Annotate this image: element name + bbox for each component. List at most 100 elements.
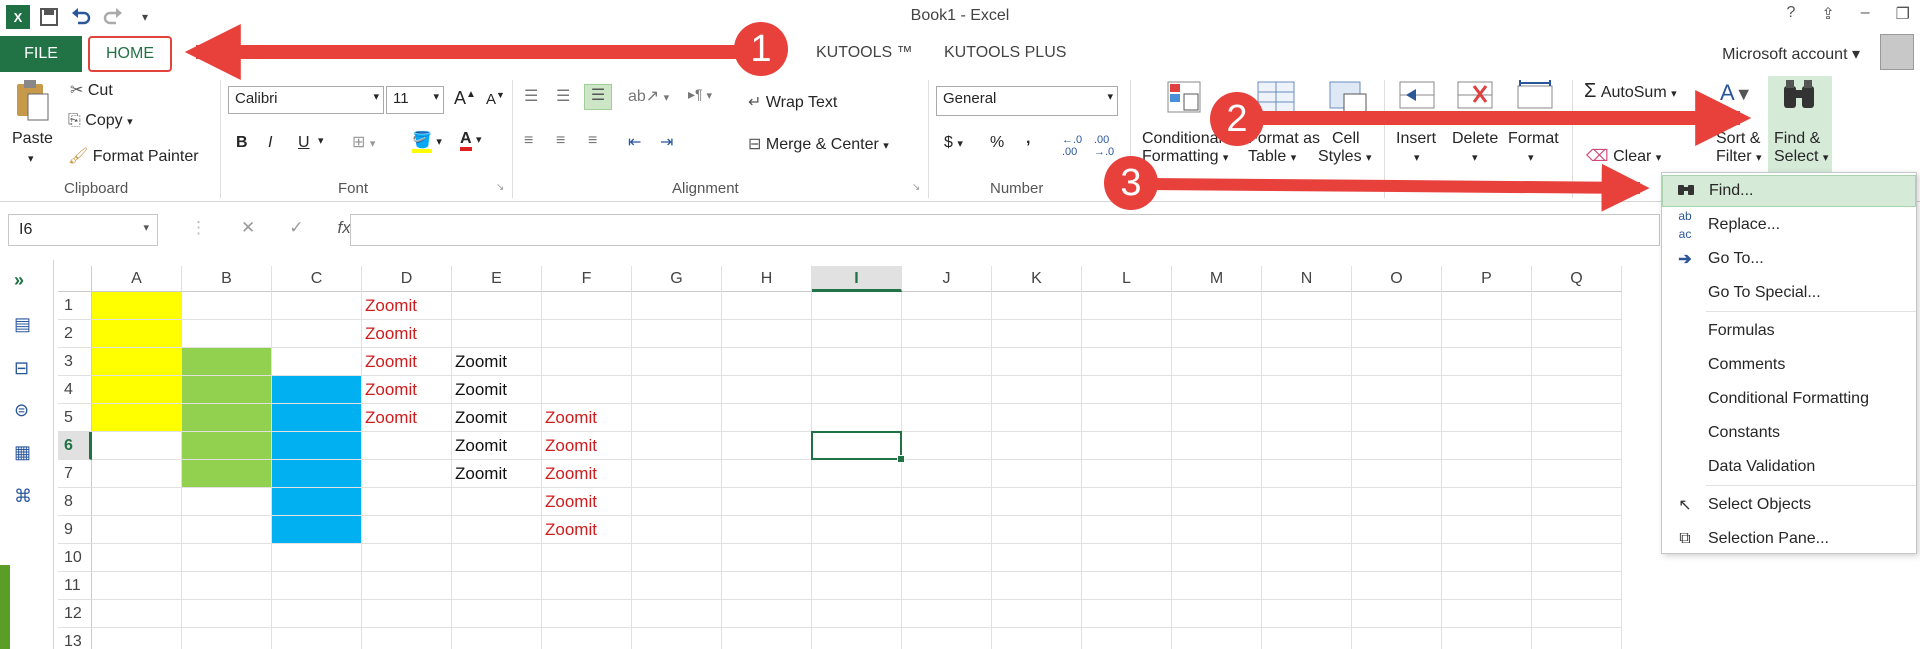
row-header-7[interactable]: 7 [58, 460, 92, 488]
column-header-m[interactable]: M [1172, 266, 1262, 292]
row-header-3[interactable]: 3 [58, 348, 92, 376]
active-cell-selection[interactable] [811, 431, 905, 463]
borders-icon[interactable]: ⊞ ▾ [352, 132, 375, 152]
expand-pane-icon[interactable]: » [14, 270, 24, 291]
column-header-c[interactable]: C [272, 266, 362, 292]
column-header-k[interactable]: K [992, 266, 1082, 292]
italic-button[interactable]: I [268, 134, 272, 152]
row-header-2[interactable]: 2 [58, 320, 92, 348]
formula-input[interactable] [350, 214, 1660, 246]
tab-file[interactable]: FILE [0, 36, 82, 72]
sort-filter-icon[interactable]: A▼ [1720, 80, 1753, 106]
column-header-n[interactable]: N [1262, 266, 1352, 292]
column-header-g[interactable]: G [632, 266, 722, 292]
top-align-icon[interactable]: ☰ [524, 86, 538, 106]
font-name-select[interactable]: Calibri ▾ [228, 86, 384, 114]
insert-function-icon[interactable]: fx [338, 218, 351, 238]
orientation-icon[interactable]: ab↗ ▾ [628, 86, 669, 106]
tab-kutools-plus[interactable]: KUTOOLS PLUS [944, 44, 1066, 62]
cell-d2[interactable]: Zoomit [362, 320, 452, 348]
menu-item-conditional-formatting[interactable]: Conditional Formatting [1662, 383, 1916, 415]
cell-styles-button[interactable]: Cell Styles ▾ [1318, 130, 1372, 166]
menu-item-find[interactable]: Find... [1662, 175, 1916, 207]
menu-item-go-to-special[interactable]: Go To Special... [1662, 277, 1916, 309]
copy-button[interactable]: ⎘ Copy ▾ [68, 112, 133, 130]
column-header-a[interactable]: A [92, 266, 182, 292]
cell-e7[interactable]: Zoomit [452, 460, 542, 488]
menu-item-constants[interactable]: Constants [1662, 417, 1916, 449]
delete-cells-icon[interactable] [1456, 80, 1494, 117]
increase-decimal-icon[interactable]: ←.0.00 [1062, 134, 1082, 158]
increase-indent-icon[interactable]: ⇥ [660, 132, 673, 152]
shrink-font-button[interactable]: A▼ [486, 90, 505, 108]
column-list-icon[interactable]: ▦ [14, 442, 31, 463]
row-header-10[interactable]: 10 [58, 544, 92, 572]
name-manager-icon[interactable]: ⊜ [14, 400, 29, 421]
enter-icon[interactable]: ✓ [289, 218, 303, 238]
menu-item-replace[interactable]: ab ac Replace... [1662, 209, 1916, 241]
cell-e4[interactable]: Zoomit [452, 376, 542, 404]
column-header-h[interactable]: H [722, 266, 812, 292]
cell-e6[interactable]: Zoomit [452, 432, 542, 460]
menu-item-data-validation[interactable]: Data Validation [1662, 451, 1916, 483]
menu-item-formulas[interactable]: Formulas [1662, 315, 1916, 347]
font-color-icon[interactable]: A ▾ [460, 130, 482, 151]
insert-cells-button[interactable]: Insert ▾ [1396, 130, 1436, 166]
format-cells-icon[interactable] [1516, 80, 1554, 117]
cell-e3[interactable]: Zoomit [452, 348, 542, 376]
tab-home[interactable]: HOME [88, 36, 172, 72]
column-header-o[interactable]: O [1352, 266, 1442, 292]
row-header-5[interactable]: 5 [58, 404, 92, 432]
insert-cells-icon[interactable] [1398, 80, 1436, 117]
row-header-13[interactable]: 13 [58, 628, 92, 649]
find-select-button[interactable]: Find & Select ▾ [1774, 130, 1828, 166]
paste-button[interactable]: Paste [12, 130, 53, 148]
workbook-list-icon[interactable]: ▤ [14, 314, 31, 335]
merge-center-button[interactable]: ⊟ Merge & Center ▾ [748, 134, 889, 154]
cell-f8[interactable]: Zoomit [542, 488, 632, 516]
menu-item-select-objects[interactable]: ↖ Select Objects [1662, 489, 1916, 521]
fill-color-icon[interactable]: 🪣 ▾ [412, 130, 442, 153]
column-header-l[interactable]: L [1082, 266, 1172, 292]
bold-button[interactable]: B [236, 134, 248, 152]
find-replace-icon[interactable]: ⌘ [14, 486, 32, 507]
comma-button[interactable]: , [1026, 130, 1030, 148]
cut-button[interactable]: ✂ Cut [70, 80, 113, 100]
ribbon-display-icon[interactable]: ⇪ [1821, 4, 1834, 24]
row-header-6[interactable]: 6 [58, 432, 92, 460]
autosum-button[interactable]: Σ AutoSum ▾ [1584, 80, 1677, 103]
column-header-i[interactable]: I [812, 266, 902, 292]
help-icon[interactable]: ? [1786, 4, 1795, 24]
format-painter-button[interactable]: 🖌 Format Painter [68, 146, 199, 166]
column-header-j[interactable]: J [902, 266, 992, 292]
middle-align-icon[interactable]: ☰ [556, 86, 570, 106]
underline-button[interactable]: U [298, 134, 310, 152]
cell-f7[interactable]: Zoomit [542, 460, 632, 488]
format-as-table-button[interactable]: Format as Table ▾ [1248, 130, 1320, 166]
number-format-select[interactable]: General ▾ [936, 86, 1118, 116]
paste-icon[interactable] [14, 78, 50, 127]
row-header-9[interactable]: 9 [58, 516, 92, 544]
delete-cells-button[interactable]: Delete ▾ [1452, 130, 1498, 166]
cell-f6[interactable]: Zoomit [542, 432, 632, 460]
blue-fill-range[interactable] [272, 376, 362, 544]
cell-d1[interactable]: Zoomit [362, 292, 452, 320]
column-header-q[interactable]: Q [1532, 266, 1622, 292]
minimize-icon[interactable]: – [1861, 4, 1870, 24]
yellow-fill-range[interactable] [92, 292, 182, 432]
format-cells-button[interactable]: Format ▾ [1508, 130, 1559, 166]
cell-e5[interactable]: Zoomit [452, 404, 542, 432]
font-size-select[interactable]: 11 ▾ [386, 86, 444, 114]
font-dialog-launcher-icon[interactable]: ↘ [496, 182, 504, 193]
autotext-icon[interactable]: ⊟ [14, 358, 29, 379]
menu-item-comments[interactable]: Comments [1662, 349, 1916, 381]
conditional-formatting-icon[interactable] [1166, 80, 1202, 119]
row-header-12[interactable]: 12 [58, 600, 92, 628]
menu-item-selection-pane[interactable]: ⧉ Selection Pane... [1662, 523, 1916, 555]
column-header-d[interactable]: D [362, 266, 452, 292]
sort-filter-button[interactable]: Sort & Filter ▾ [1716, 130, 1762, 166]
select-all-corner[interactable] [58, 266, 92, 292]
alignment-dialog-launcher-icon[interactable]: ↘ [912, 182, 920, 193]
currency-button[interactable]: $ ▾ [944, 134, 963, 152]
cell-f5[interactable]: Zoomit [542, 404, 632, 432]
